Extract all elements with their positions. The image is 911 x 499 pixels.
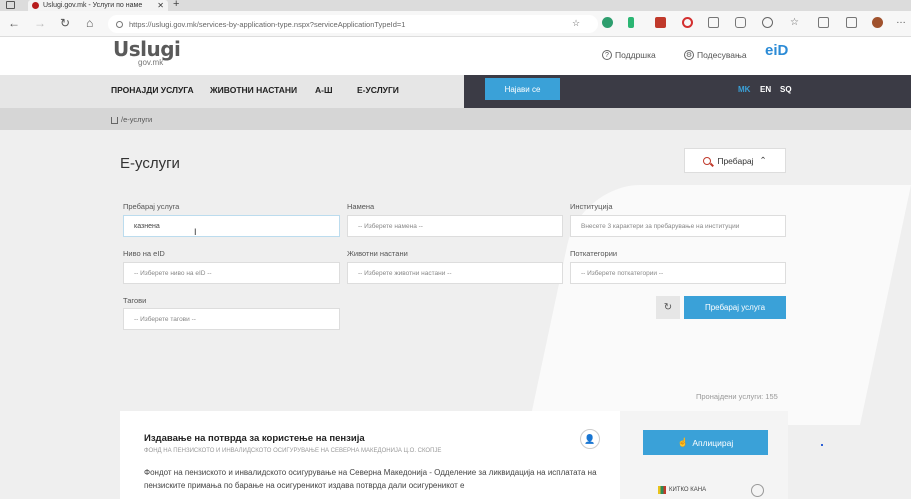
site-favicon-icon	[32, 2, 39, 9]
purpose-label: Намена	[347, 202, 375, 211]
info-icon[interactable]	[751, 484, 764, 497]
extension-icon[interactable]	[628, 17, 634, 28]
eid-level-select[interactable]: -- Изберете ниво на eID --	[123, 262, 340, 284]
eid-logo[interactable]: eiD	[765, 42, 793, 64]
pointer-icon: ☝	[677, 437, 689, 447]
profile-avatar[interactable]	[872, 17, 883, 28]
results-count: Пронајдени услуги: 155	[696, 392, 778, 401]
browser-tab[interactable]: Uslugi.gov.mk - Услуги по наме ✕	[28, 0, 168, 11]
address-bar: ← → ↻ ⌂ https://uslugi.gov.mk/services-b…	[0, 11, 911, 37]
text-cursor-icon: I	[194, 227, 197, 237]
back-arrow-icon[interactable]: ←	[8, 16, 20, 30]
site-header: Uslugi gov.mk ? Поддршка ⚙ Подесувања ei…	[0, 37, 911, 75]
provider-logo-text: КИТКО КАНА	[669, 487, 707, 493]
search-input[interactable]: казнена	[123, 215, 340, 237]
search-toggle-button[interactable]: Пребарај ⌃	[684, 148, 786, 173]
tab-title: Uslugi.gov.mk - Услуги по наме	[43, 2, 143, 9]
purpose-select[interactable]: -- Изберете намена --	[347, 215, 563, 237]
institution-input[interactable]: Внесете 3 карактери за пребарување на ин…	[570, 215, 786, 237]
window-icon[interactable]	[6, 1, 15, 9]
breadcrumb: /е-услуги	[111, 115, 152, 124]
url-text: https://uslugi.gov.mk/services-by-applic…	[129, 19, 406, 29]
tags-label: Тагови	[123, 296, 147, 305]
extension-icon[interactable]	[762, 17, 773, 28]
breadcrumb-current[interactable]: /е-услуги	[121, 115, 152, 124]
gear-icon: ⚙	[684, 50, 694, 60]
lang-en[interactable]: EN	[760, 85, 771, 94]
service-card-actions: ☝ Аплицирај КИТКО КАНА	[620, 411, 788, 499]
search-label: Пребарај услуга	[123, 202, 180, 211]
main-nav: ПРОНАЈДИ УСЛУГА ЖИВОТНИ НАСТАНИ А-Ш Е-УС…	[0, 75, 464, 108]
browser-tab-bar: Uslugi.gov.mk - Услуги по наме ✕ +	[0, 0, 911, 11]
page-title: Е-услуги	[120, 155, 180, 172]
apply-button[interactable]: ☝ Аплицирај	[643, 430, 768, 455]
collections-icon[interactable]	[818, 17, 829, 28]
subcategory-label: Поткатегории	[570, 249, 618, 258]
nav-right: Најави се MK EN SQ	[464, 75, 911, 108]
chevron-up-icon: ⌃	[759, 155, 767, 165]
life-events-select[interactable]: -- Изберете животни настани --	[347, 262, 563, 284]
reload-icon[interactable]: ↻	[60, 16, 70, 30]
subcategory-select[interactable]: -- Изберете поткатегории --	[570, 262, 786, 284]
provider-logo-mark	[658, 486, 666, 494]
site-logo-sub: gov.mk	[138, 58, 164, 67]
search-toggle-label: Пребарај	[717, 155, 754, 166]
camera-icon[interactable]	[735, 17, 746, 28]
settings-label: Подесувања	[697, 50, 747, 60]
provider-logo: КИТКО КАНА	[658, 486, 706, 494]
user-icon: 👤	[580, 429, 600, 449]
share-icon[interactable]	[846, 17, 857, 28]
tags-select[interactable]: -- Изберете тагови --	[123, 308, 340, 330]
forward-arrow-icon[interactable]: →	[34, 16, 46, 30]
eid-level-label: Ниво на eID	[123, 249, 165, 258]
nav-e-services[interactable]: Е-УСЛУГИ	[357, 85, 399, 95]
url-input[interactable]: https://uslugi.gov.mk/services-by-applic…	[108, 15, 598, 33]
home-icon[interactable]	[111, 117, 118, 124]
help-icon: ?	[602, 50, 612, 60]
institution-label: Институција	[570, 202, 613, 211]
search-icon	[703, 156, 712, 165]
mouse-pointer-dot	[821, 444, 823, 446]
service-description: Фондот на пензиското и инвалидското осиг…	[144, 468, 597, 490]
apply-label: Аплицирај	[692, 437, 734, 448]
support-link[interactable]: ? Поддршка	[602, 50, 656, 60]
lang-mk[interactable]: MK	[738, 85, 750, 94]
main-content: Е-услуги Пребарај ⌃ Пребарај услуга казн…	[0, 130, 911, 499]
nav-life-events[interactable]: ЖИВОТНИ НАСТАНИ	[210, 85, 297, 95]
breadcrumb-bar: /е-услуги	[0, 108, 911, 130]
service-institution: ФОНД НА ПЕНЗИСКОТО И ИНВАЛИДСКОТО ОСИГУР…	[144, 448, 442, 454]
tab-close-icon[interactable]: ✕	[157, 1, 164, 10]
support-label: Поддршка	[615, 50, 656, 60]
opera-icon[interactable]	[682, 17, 693, 28]
new-tab-button[interactable]: +	[173, 0, 179, 10]
favorites-icon[interactable]: ☆	[790, 17, 801, 28]
reset-icon[interactable]: ↻	[656, 296, 680, 319]
nav-a-sh[interactable]: А-Ш	[315, 85, 333, 95]
home-icon[interactable]: ⌂	[86, 16, 93, 30]
service-title[interactable]: Издавање на потврда за користење на пенз…	[144, 433, 365, 444]
login-button[interactable]: Најави се	[485, 78, 560, 100]
search-service-button[interactable]: Пребарај услуга	[684, 296, 786, 319]
life-events-label: Животни настани	[347, 249, 408, 258]
lang-sq[interactable]: SQ	[780, 85, 792, 94]
extension-icon[interactable]	[602, 17, 613, 28]
settings-link[interactable]: ⚙ Подесувања	[684, 50, 747, 60]
extension-icon[interactable]	[655, 17, 666, 28]
star-icon[interactable]: ☆	[572, 18, 583, 29]
service-card[interactable]: Издавање на потврда за користење на пенз…	[120, 411, 620, 499]
lock-icon	[116, 20, 123, 28]
more-menu-icon[interactable]: …	[896, 15, 907, 26]
extension-icon[interactable]	[708, 17, 719, 28]
nav-find-service[interactable]: ПРОНАЈДИ УСЛУГА	[111, 85, 194, 95]
